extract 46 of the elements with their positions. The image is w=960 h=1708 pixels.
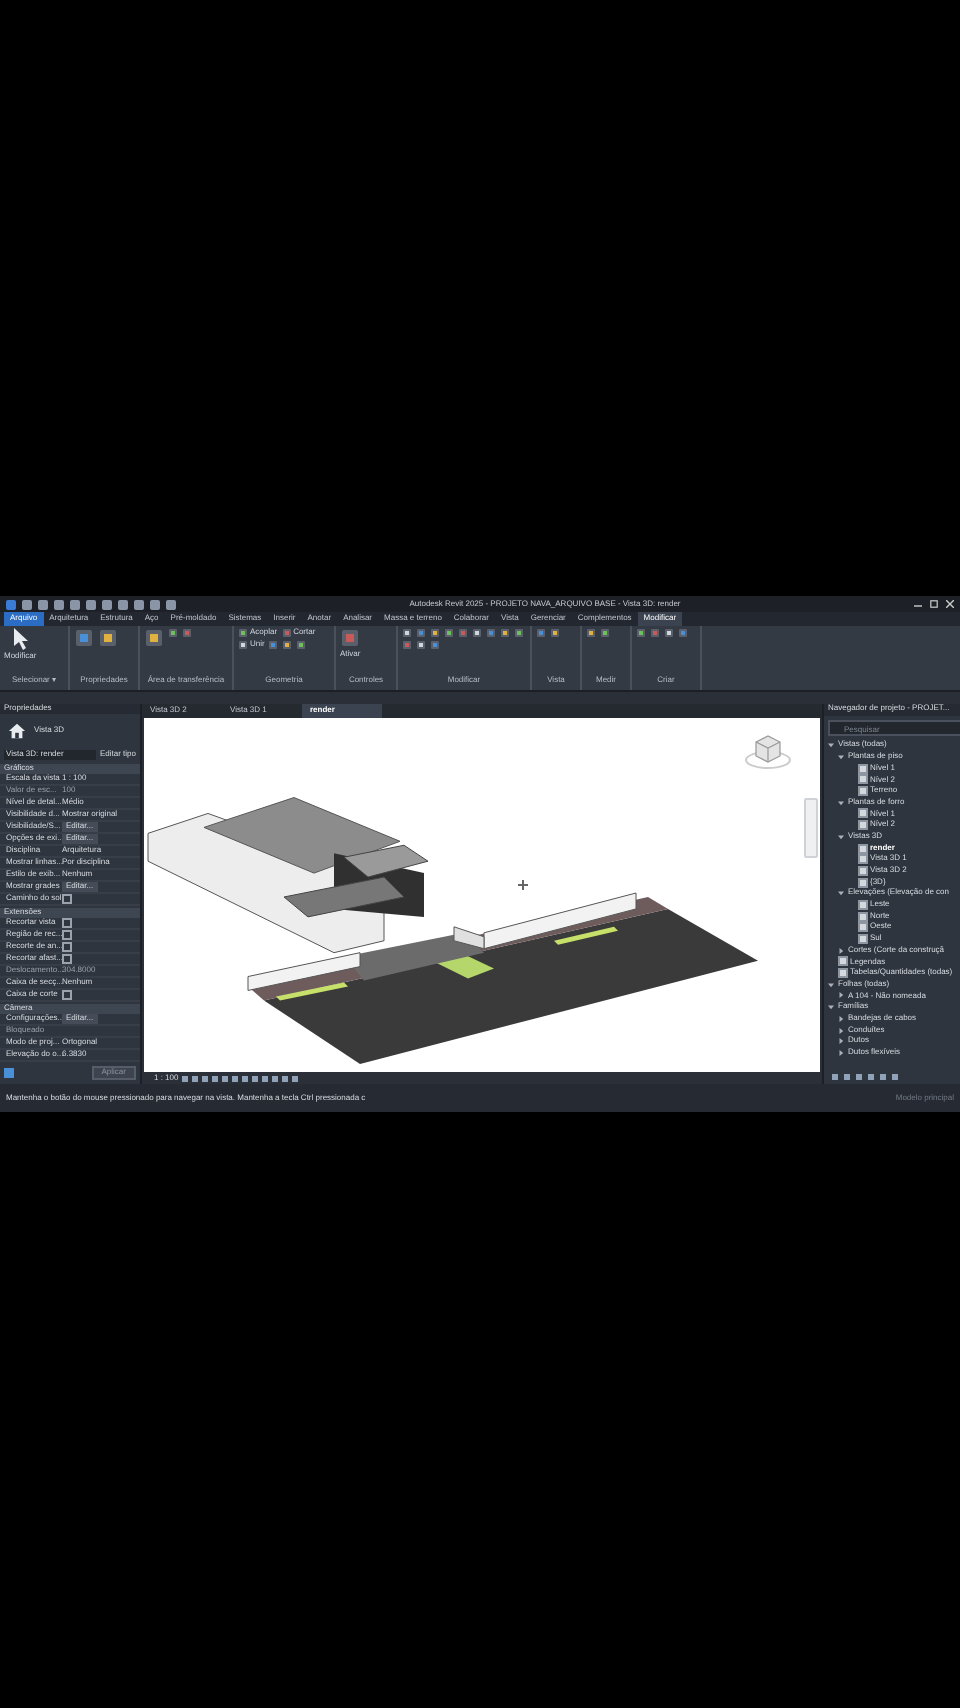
collapse-arrow-icon[interactable] (828, 981, 834, 988)
tool-icon[interactable] (636, 628, 646, 638)
tool-icon[interactable] (168, 628, 178, 638)
checkbox[interactable] (62, 918, 72, 928)
tool-icon[interactable] (296, 640, 307, 650)
tool-icon[interactable] (416, 640, 426, 650)
collapse-arrow-icon[interactable] (828, 1004, 834, 1011)
expand-arrow-icon[interactable] (838, 947, 844, 954)
tool-icon[interactable] (514, 628, 524, 638)
tool-icon[interactable] (268, 640, 279, 650)
tool-icon[interactable] (500, 628, 510, 638)
tool-icon[interactable] (472, 628, 482, 638)
tool-icon[interactable] (486, 628, 496, 638)
tool-icon[interactable] (586, 628, 596, 638)
collapse-arrow-icon[interactable] (838, 799, 844, 806)
tool-icon[interactable] (444, 628, 454, 638)
checkbox[interactable] (62, 930, 72, 941)
tool-icon[interactable] (664, 628, 674, 638)
tool-icon[interactable] (600, 628, 610, 638)
maximize-icon[interactable] (930, 600, 938, 608)
tool-icon[interactable] (416, 628, 426, 638)
tool-icon[interactable] (430, 640, 440, 650)
minimize-icon[interactable] (914, 600, 922, 608)
view-icon[interactable] (4, 1068, 14, 1079)
tool-icon[interactable] (144, 628, 164, 648)
checkbox[interactable] (62, 894, 72, 905)
checkbox[interactable] (62, 942, 72, 953)
tool-icon[interactable] (678, 628, 688, 638)
tool-icon[interactable] (282, 640, 293, 650)
view-cube-icon[interactable] (744, 732, 792, 772)
tool-icon[interactable] (536, 628, 546, 638)
crosshair-icon (518, 880, 528, 890)
tool-icon[interactable] (402, 628, 412, 638)
cursor-icon[interactable] (11, 628, 30, 650)
tool-icon[interactable] (430, 628, 440, 638)
checkbox[interactable] (62, 954, 72, 965)
tool-icon[interactable] (238, 640, 248, 650)
tool-icon[interactable] (238, 628, 248, 638)
close-icon[interactable] (946, 600, 954, 608)
collapse-arrow-icon[interactable] (838, 833, 844, 840)
expand-arrow-icon[interactable] (838, 992, 844, 999)
app-logo-icon[interactable] (6, 599, 16, 609)
tool-icon[interactable] (550, 628, 560, 638)
checkbox[interactable] (62, 990, 72, 1001)
collapse-arrow-icon[interactable] (838, 890, 844, 897)
house-icon (8, 722, 26, 741)
